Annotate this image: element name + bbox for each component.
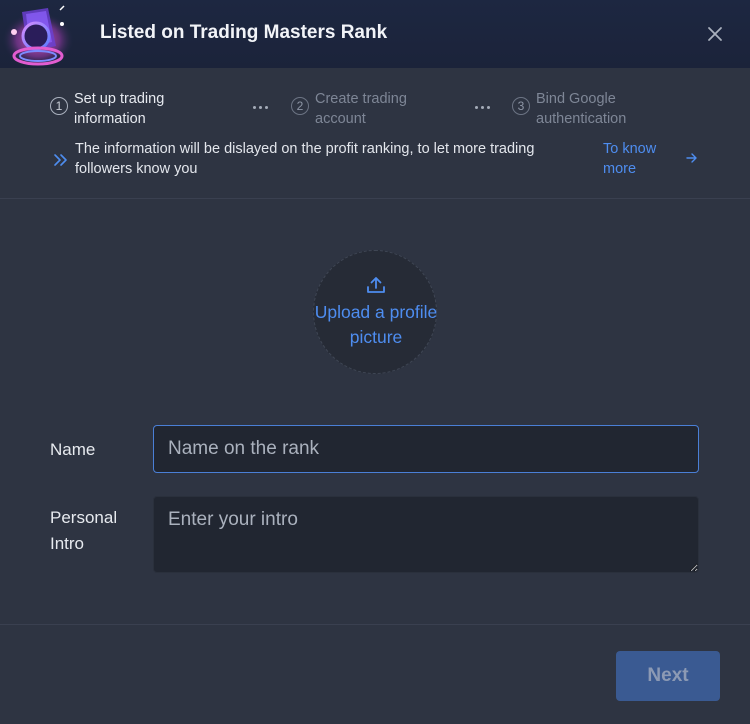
step-2-number: 2 — [291, 97, 309, 115]
close-button[interactable] — [700, 19, 730, 49]
step-1-number: 1 — [50, 97, 68, 115]
trading-masters-dialog: Listed on Trading Masters Rank 1 Set up … — [0, 0, 750, 724]
step-2-label: Create trading account — [315, 91, 407, 127]
arrow-right-icon[interactable] — [685, 151, 699, 165]
step-separator-dots — [475, 106, 495, 112]
footer-divider — [0, 624, 750, 625]
step-progress: 1 Set up trading information 2 Create tr… — [0, 68, 750, 199]
upload-icon — [367, 277, 385, 293]
upload-profile-picture-button[interactable]: Upload a profile picture — [313, 250, 437, 374]
step-3-number: 3 — [512, 97, 530, 115]
step-separator-dots — [253, 106, 273, 112]
upload-label: Upload a profile picture — [314, 302, 438, 347]
personal-intro-label: Personal Intro — [50, 508, 118, 553]
next-button[interactable]: Next — [616, 651, 720, 701]
step-1-label: Set up trading information — [74, 91, 165, 127]
close-icon — [708, 27, 722, 41]
name-label: Name — [50, 440, 96, 459]
info-text: The information will be dislayed on the … — [75, 141, 535, 177]
personal-intro-input[interactable] — [153, 496, 699, 573]
to-know-more-link[interactable]: To know more — [603, 139, 683, 179]
trading-masters-logo — [0, 0, 92, 68]
double-chevron-icon — [54, 154, 67, 166]
dialog-title: Listed on Trading Masters Rank — [100, 22, 388, 43]
dialog-header: Listed on Trading Masters Rank — [0, 0, 750, 68]
step-3-label: Bind Google authentication — [536, 91, 627, 127]
name-input[interactable] — [153, 425, 699, 473]
